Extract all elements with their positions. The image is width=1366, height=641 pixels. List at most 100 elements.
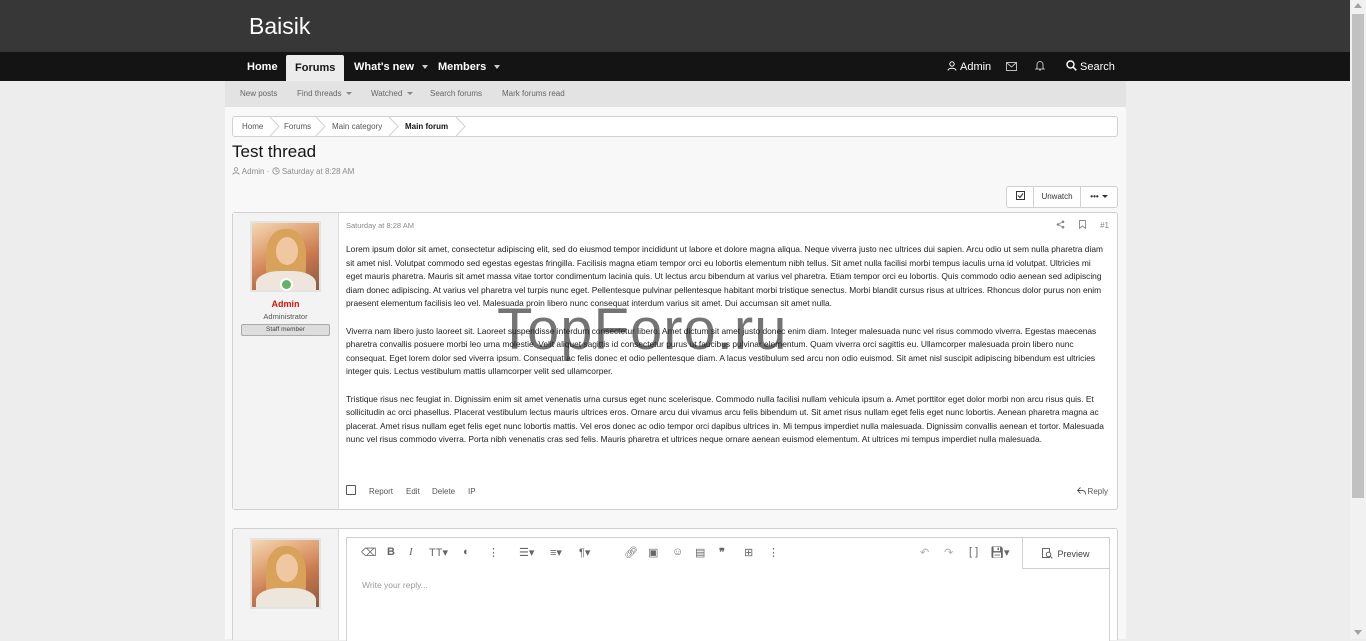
site-header: Baisik (0, 0, 1350, 52)
breadcrumb-separator (269, 117, 280, 136)
eraser-icon[interactable]: ⌫ (361, 546, 377, 559)
subnav-find-threads-label: Find threads (297, 89, 342, 98)
inbox-button[interactable] (1006, 52, 1017, 81)
unwatch-button[interactable]: Unwatch (1034, 187, 1081, 207)
post-username[interactable]: Admin (233, 299, 338, 309)
breadcrumb: Home Forums Main category Main forum (232, 116, 1118, 137)
scroll-up-arrow-icon[interactable] (1354, 3, 1362, 8)
breadcrumb-separator (315, 117, 326, 136)
more-vertical-icon[interactable]: ⋮ (488, 546, 499, 559)
quick-reply: ⌫ B I TT▾ ◐ ⋮ ☰▾ ≡▾ ¶▾ 🔗︎ ▣ ☺ ▤ ❞ ⊞ ⋮ ↶ … (232, 528, 1118, 641)
list-icon[interactable]: ☰▾ (519, 546, 534, 559)
account-username: Admin (960, 61, 992, 73)
post-date[interactable]: Saturday at 8:28 AM (346, 221, 414, 230)
delete-link[interactable]: Delete (432, 487, 455, 496)
select-post-checkbox[interactable] (346, 485, 356, 495)
site-logo[interactable]: Baisik (249, 13, 310, 40)
select-thread-button[interactable] (1007, 187, 1034, 207)
main-navigation: Home Forums What's new Members Admin Sea… (0, 52, 1350, 81)
thread-author[interactable]: Admin (242, 167, 265, 176)
subnav-watched[interactable]: Watched (371, 89, 414, 98)
subnav-search-forums[interactable]: Search forums (430, 89, 482, 98)
checkbox-icon (1015, 191, 1025, 200)
avatar[interactable] (250, 538, 321, 609)
reply-label: Reply (1087, 487, 1108, 496)
envelope-icon (1006, 62, 1017, 71)
post-number[interactable]: #1 (1100, 221, 1109, 230)
post-footer: Report Edit Delete IP Reply (346, 485, 1108, 499)
nav-tab-whats-new[interactable]: What's new (354, 52, 429, 81)
nav-tab-whats-new-label: What's new (354, 61, 415, 73)
reply-editor: ⌫ B I TT▾ ◐ ⋮ ☰▾ ≡▾ ¶▾ 🔗︎ ▣ ☺ ▤ ❞ ⊞ ⋮ ↶ … (346, 537, 1110, 641)
ip-link[interactable]: IP (468, 487, 476, 496)
clock-icon (271, 167, 280, 175)
subnav-watched-label: Watched (371, 89, 403, 98)
nav-tab-members[interactable]: Members (438, 52, 501, 81)
more-options-label: ••• (1090, 192, 1099, 201)
more-vertical-icon[interactable]: ⋮ (768, 546, 779, 559)
preview-button[interactable]: Preview (1022, 538, 1109, 569)
text-size-icon[interactable]: TT▾ (429, 546, 448, 559)
drafts-icon[interactable]: 💾︎▾ (990, 546, 1010, 559)
thread-date[interactable]: Saturday at 8:28 AM (282, 167, 355, 176)
scroll-down-arrow-icon[interactable] (1354, 630, 1362, 635)
reply-icon (1076, 487, 1086, 495)
scrollbar-thumb[interactable] (1352, 14, 1364, 498)
breadcrumb-main-category[interactable]: Main category (332, 122, 382, 131)
alerts-button[interactable] (1034, 52, 1046, 81)
bold-icon[interactable]: B (387, 546, 395, 558)
reply-link[interactable]: Reply (1076, 487, 1108, 496)
media-icon[interactable]: ▤ (695, 546, 705, 559)
breadcrumb-separator (388, 117, 399, 136)
chevron-down-icon[interactable] (346, 92, 353, 96)
subnav-mark-read[interactable]: Mark forums read (502, 89, 565, 98)
italic-icon[interactable]: I (409, 546, 413, 558)
search-icon (1066, 60, 1077, 71)
smiley-icon[interactable]: ☺ (672, 546, 683, 558)
editor-toolbar: ⌫ B I TT▾ ◐ ⋮ ☰▾ ≡▾ ¶▾ 🔗︎ ▣ ☺ ▤ ❞ ⊞ ⋮ ↶ … (347, 538, 1021, 568)
breadcrumb-forums[interactable]: Forums (284, 122, 311, 131)
palette-icon[interactable]: ◐ (463, 546, 470, 558)
preview-label: Preview (1057, 549, 1090, 559)
user-icon (232, 167, 240, 175)
image-icon[interactable]: ▣ (648, 546, 658, 559)
sub-navigation: New posts Find threads Watched Search fo… (225, 81, 1126, 108)
chevron-down-icon[interactable] (422, 65, 429, 70)
breadcrumb-main-forum[interactable]: Main forum (405, 122, 448, 131)
staff-banner: Staff member (241, 324, 330, 336)
align-icon[interactable]: ≡▾ (550, 546, 562, 559)
bbcode-toggle-icon[interactable]: [ ] (969, 546, 978, 558)
nav-tab-home[interactable]: Home (247, 52, 278, 81)
chevron-down-icon[interactable] (494, 65, 501, 70)
more-options-button[interactable]: ••• (1081, 187, 1117, 207)
search-button[interactable]: Search (1066, 52, 1115, 81)
post-paragraph: Tristique risus nec feugiat in. Dignissi… (346, 393, 1104, 445)
preview-icon (1042, 548, 1054, 559)
report-link[interactable]: Report (369, 487, 393, 496)
thread-toolbar: Unwatch ••• (1006, 186, 1118, 208)
bookmark-icon[interactable] (1078, 220, 1086, 230)
chevron-down-icon[interactable] (407, 92, 414, 96)
reply-input[interactable]: Write your reply... (362, 580, 428, 590)
page-title: Test thread (232, 142, 317, 161)
bell-icon (1034, 60, 1046, 71)
online-status-icon (280, 278, 293, 291)
quote-icon[interactable]: ❞ (719, 546, 725, 559)
breadcrumb-home[interactable]: Home (242, 122, 263, 131)
subnav-new-posts[interactable]: New posts (240, 89, 277, 98)
link-icon[interactable]: 🔗︎ (624, 546, 638, 559)
undo-icon[interactable]: ↶ (920, 546, 929, 559)
table-icon[interactable]: ⊞ (744, 546, 753, 559)
post-user-panel: Admin Administrator Staff member (233, 213, 339, 509)
nav-tab-members-label: Members (438, 61, 487, 73)
share-icon[interactable] (1056, 220, 1065, 229)
redo-icon[interactable]: ↷ (944, 546, 953, 559)
chevron-down-icon (1101, 195, 1108, 199)
account-menu[interactable]: Admin (947, 52, 991, 81)
watermark: TopForo.ru (497, 297, 788, 362)
post-user-title: Administrator (263, 312, 308, 321)
subnav-find-threads[interactable]: Find threads (297, 89, 353, 98)
edit-link[interactable]: Edit (406, 487, 420, 496)
paragraph-icon[interactable]: ¶▾ (579, 546, 590, 559)
nav-tab-forums[interactable]: Forums (286, 55, 345, 81)
